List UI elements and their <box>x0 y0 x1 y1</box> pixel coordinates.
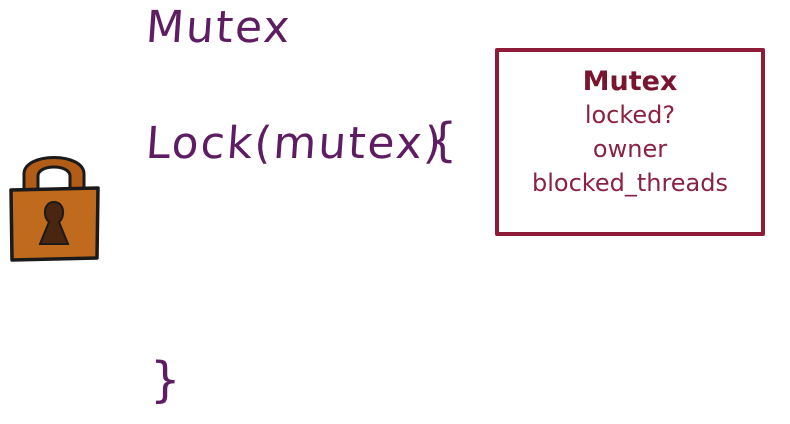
handwritten-title: Mutex <box>144 2 294 53</box>
open-brace: { <box>428 113 460 167</box>
mutex-struct-box: Mutex locked? owner blocked_threads <box>495 48 765 236</box>
close-brace: } <box>150 352 183 408</box>
mutex-box-title: Mutex <box>582 66 678 97</box>
mutex-field-blocked-threads: blocked_threads <box>532 169 728 197</box>
mutex-field-owner: owner <box>592 135 668 163</box>
padlock-icon <box>9 156 100 262</box>
mutex-field-locked: locked? <box>584 101 676 129</box>
lock-call-text: Lock(mutex) <box>144 118 445 169</box>
